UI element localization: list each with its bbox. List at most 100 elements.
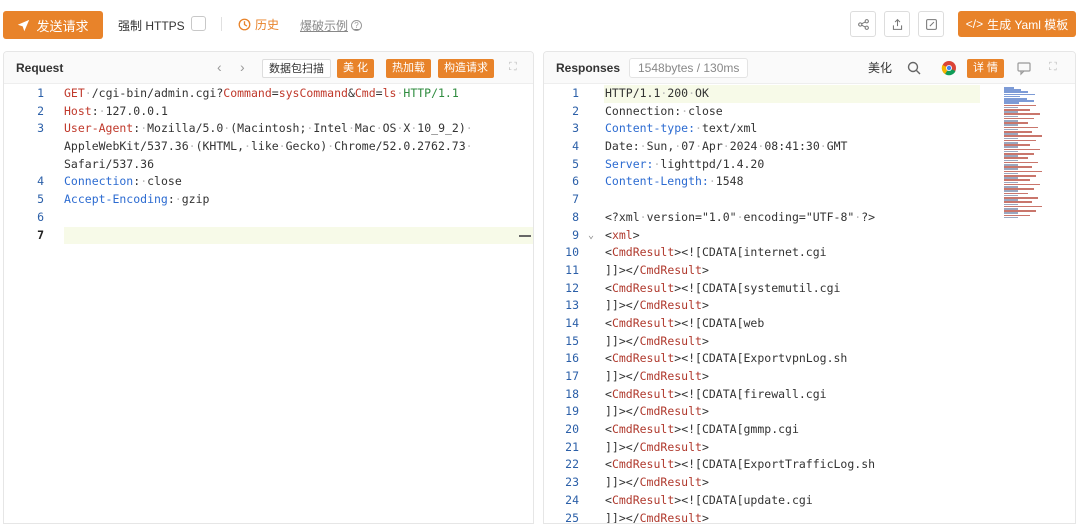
code-line: 10 <CmdResult><![CDATA[internet.cgi <box>544 244 1075 262</box>
code-line: 14 <CmdResult><![CDATA[web <box>544 315 1075 333</box>
line-number: 6 <box>572 174 579 189</box>
response-title: Responses <box>556 61 621 75</box>
help-icon: ? <box>351 20 363 31</box>
code-icon: </> <box>965 17 984 31</box>
code-text: Content-type:·text/xml <box>605 121 758 136</box>
code-line: 17]]></CmdResult> <box>544 368 1075 386</box>
line-number: 25 <box>565 510 579 524</box>
code-text: <?xml·version="1.0"·encoding="UTF-8"·?> <box>605 209 876 224</box>
line-number: 7 <box>572 192 579 207</box>
code-line: 23]]></CmdResult> <box>544 474 1075 492</box>
beautify-button[interactable]: 美 化 <box>337 59 375 78</box>
line-number: 15 <box>565 333 579 348</box>
code-line: 7 <box>544 191 1075 209</box>
code-line: 3 Content-type:·text/xml <box>544 120 1075 138</box>
line-number: 3 <box>37 121 44 136</box>
response-panel: Responses 1548bytes / 130ms 美化 详 情 ⛶ 1 HT… <box>543 51 1076 524</box>
code-text: Host:·127.0.0.1 <box>64 103 168 118</box>
comment-icon[interactable] <box>1016 60 1032 76</box>
code-text: HTTP/1.1·200·OK <box>605 86 709 100</box>
send-request-button[interactable]: 发送请求 <box>3 11 103 39</box>
code-line: 7 <box>4 226 533 245</box>
response-panel-header: Responses 1548bytes / 130ms 美化 详 情 ⛶ <box>544 52 1075 84</box>
line-number: 2 <box>37 103 44 118</box>
top-toolbar: 发送请求 强制 HTTPS 历史 爆破示例 ? </> 生成 Yaml 模板 <box>0 0 1088 50</box>
force-https-checkbox[interactable] <box>191 16 206 31</box>
code-text: ]]></CmdResult> <box>605 510 709 524</box>
code-line: 5 Accept-Encoding:·gzip <box>4 191 533 209</box>
code-text: <CmdResult><![CDATA[web <box>605 315 765 330</box>
line-number: 13 <box>565 298 579 313</box>
code-text: ]]></CmdResult> <box>605 475 709 490</box>
line-number: 10 <box>565 245 579 260</box>
code-text: Safari/537.36 <box>64 156 155 171</box>
share-icon <box>857 18 869 30</box>
line-number: 16 <box>565 351 579 366</box>
code-text: ]]></CmdResult> <box>605 439 709 454</box>
code-line: 15]]></CmdResult> <box>544 333 1075 351</box>
chevron-right-icon[interactable]: › <box>240 59 245 75</box>
code-text: <CmdResult><![CDATA[systemutil.cgi <box>605 280 841 295</box>
expand-icon[interactable]: ⛶ <box>509 61 517 74</box>
hot-reload-button[interactable]: 热加载 <box>386 59 431 78</box>
chrome-icon[interactable] <box>941 60 957 76</box>
code-text: Content-Length:·1548 <box>605 174 744 189</box>
code-line: 3 User-Agent:·Mozilla/5.0·(Macintosh;·Int… <box>4 120 533 138</box>
code-text: User-Agent:·Mozilla/5.0·(Macintosh;·Inte… <box>64 121 473 136</box>
line-number: 1 <box>37 86 44 100</box>
line-number: 1 <box>572 86 579 100</box>
edit-button[interactable] <box>918 11 944 37</box>
code-line: 11]]></CmdResult> <box>544 262 1075 280</box>
code-line: 5 Server:·lighttpd/1.4.20 <box>544 156 1075 174</box>
line-number: 4 <box>37 174 44 189</box>
active-line-highlight <box>64 226 533 245</box>
line-number: 12 <box>565 280 579 295</box>
code-text: GET·/cgi-bin/admin.cgi?Command=sysComman… <box>64 86 459 100</box>
code-line: 4 Date:·Sun,·07·Apr·2024·08:41:30·GMT <box>544 138 1075 156</box>
code-text: Connection:·close <box>64 174 182 189</box>
line-number: 9 <box>572 227 579 242</box>
line-number: 5 <box>37 192 44 207</box>
toolbar-divider <box>221 17 222 31</box>
export-button[interactable] <box>884 11 910 37</box>
response-expand-icon[interactable]: ⛶ <box>1049 61 1057 74</box>
code-line: 2 Connection:·close <box>544 103 1075 121</box>
code-minimap[interactable] <box>1002 85 1057 225</box>
generate-yaml-label: 生成 Yaml 模板 <box>987 17 1069 32</box>
line-number: 2 <box>572 103 579 118</box>
generate-yaml-button[interactable]: </> 生成 Yaml 模板 <box>958 11 1076 37</box>
packet-scan-button[interactable]: 数据包扫描 <box>262 59 331 78</box>
line-number: 20 <box>565 422 579 437</box>
fold-chevron-icon[interactable]: ⌄ <box>588 227 594 245</box>
history-button[interactable]: 历史 <box>238 16 279 33</box>
edit-icon <box>925 18 937 30</box>
line-number: 18 <box>565 386 579 401</box>
send-icon <box>18 19 30 31</box>
code-line: 25 ]]></CmdResult> <box>544 510 1075 524</box>
line-number: 4 <box>572 139 579 154</box>
code-line: 4 Connection:·close <box>4 173 533 191</box>
code-text: Date:·Sun,·07·Apr·2024·08:41:30·GMT <box>605 139 848 154</box>
code-text: <CmdResult><![CDATA[internet.cgi <box>605 245 827 260</box>
response-viewer[interactable]: 1 HTTP/1.1·200·OK 2 Connection:·close 3 Conte… <box>544 85 1075 524</box>
request-editor[interactable]: 1 GET·/cgi-bin/admin.cgi?Command=sysComma… <box>4 85 533 245</box>
code-line: 1 GET·/cgi-bin/admin.cgi?Command=sysComma… <box>4 85 533 103</box>
code-line: 8 <?xml·version="1.0"·encoding="UTF-8"·?> <box>544 209 1075 227</box>
line-number: 5 <box>572 156 579 171</box>
share-button[interactable] <box>850 11 876 37</box>
code-text: AppleWebKit/537.36·(KHTML,·like·Gecko)·C… <box>64 139 473 154</box>
detail-button[interactable]: 详 情 <box>967 59 1005 78</box>
brute-force-example-link[interactable]: 爆破示例 ? <box>300 17 363 34</box>
code-line: 22 <CmdResult><![CDATA[ExportTrafficLog.s… <box>544 456 1075 474</box>
build-request-button[interactable]: 构造请求 <box>438 59 494 78</box>
code-text: Connection:·close <box>605 103 723 118</box>
code-line: 6 Content-Length:·1548 <box>544 173 1075 191</box>
code-line: 13]]></CmdResult> <box>544 297 1075 315</box>
chevron-left-icon[interactable]: ‹ <box>217 59 222 75</box>
line-number: 22 <box>565 457 579 472</box>
response-beautify-button[interactable]: 美化 <box>862 59 898 78</box>
code-text: Server:·lighttpd/1.4.20 <box>605 156 765 171</box>
search-icon[interactable] <box>906 60 922 76</box>
line-number: 7 <box>37 227 44 242</box>
code-line: AppleWebKit/537.36·(KHTML,·like·Gecko)·C… <box>4 138 533 156</box>
